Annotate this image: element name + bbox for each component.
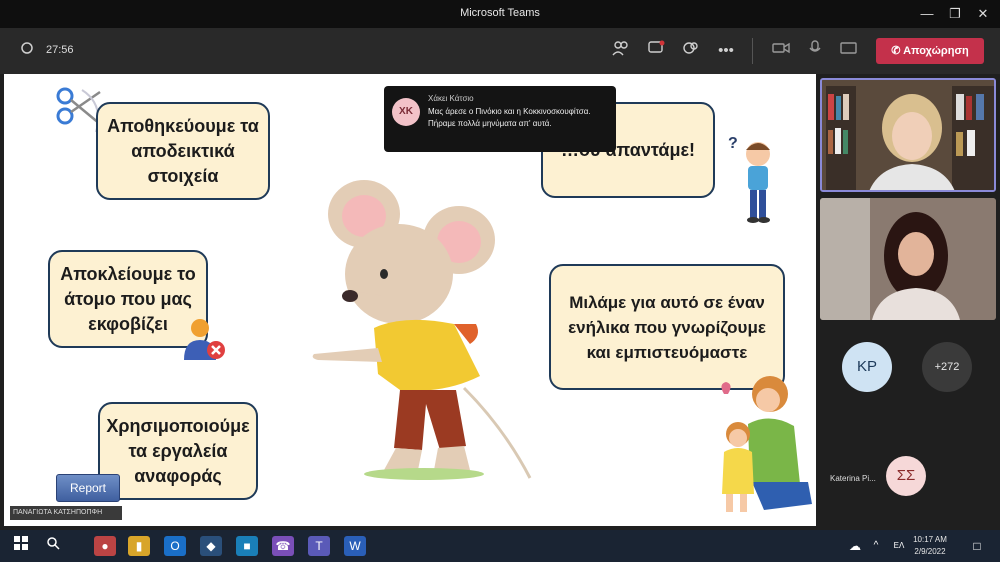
mother-child-hug-illustration: [721, 376, 812, 512]
people-icon[interactable]: [610, 40, 632, 62]
participant-video-feed: [820, 198, 996, 320]
word-icon[interactable]: W: [344, 536, 366, 556]
share-screen-icon[interactable]: [838, 40, 860, 62]
close-icon[interactable]: ✕: [970, 4, 996, 24]
viber-icon[interactable]: ☎: [272, 536, 294, 556]
clock-date: 2/9/2022: [914, 547, 946, 556]
clock-time: 10:17 AM: [913, 535, 947, 544]
report-button[interactable]: Report: [56, 474, 120, 502]
block-user-icon: [184, 319, 225, 360]
presenter-video-feed: [822, 80, 994, 190]
windows-icon[interactable]: [10, 536, 32, 556]
chat-icon[interactable]: [645, 40, 667, 62]
chrome-icon[interactable]: ●: [94, 536, 116, 556]
mouse-character-illustration: [312, 180, 532, 480]
store-icon[interactable]: ■: [236, 536, 258, 556]
outlook-icon[interactable]: O: [164, 536, 186, 556]
search-icon[interactable]: [42, 536, 64, 556]
card-report-tools: Χρησιμοποιούμε τα εργαλεία αναφοράς: [98, 402, 258, 500]
teams-icon[interactable]: T: [308, 536, 330, 556]
boy-question-illustration: ?: [728, 135, 770, 223]
title-bar: Microsoft Teams — ❐ ✕: [0, 0, 1000, 28]
chat-notification-toast[interactable]: XK Χάκει Κάτσιο Μας άρεσε ο Πινόκιο και …: [384, 86, 616, 152]
sender-name: Χάκει Κάτσιο: [428, 94, 474, 103]
shield-icon[interactable]: [16, 40, 38, 62]
meeting-timer: 27:56: [46, 44, 74, 56]
video-tile-presenter[interactable]: [820, 78, 996, 192]
participant-avatar-ss[interactable]: ΣΣ: [886, 456, 926, 496]
leave-button[interactable]: ✆ Αποχώρηση: [876, 38, 984, 64]
toolbar-divider: [752, 38, 753, 64]
participant-name-kp: Katerina Pi...: [830, 474, 876, 483]
window-title: Microsoft Teams: [460, 7, 540, 19]
weather-icon[interactable]: ☁: [846, 536, 864, 556]
minimize-icon[interactable]: —: [914, 4, 940, 24]
participants-panel: KP +272 Katerina Pi... ΣΣ: [816, 74, 1000, 526]
microphone-icon[interactable]: [804, 40, 826, 62]
card-save-evidence: Αποθηκεύουμε τα αποδεικτικά στοιχεία: [96, 102, 270, 200]
video-tile-participant[interactable]: [820, 198, 996, 320]
presenter-name-label: ΠΑΝΑΓΙΩΤΑ ΚΑΤΣΗΠΟΠΦΗ: [10, 506, 122, 520]
notifications-icon[interactable]: □: [966, 536, 988, 556]
svg-text:?: ?: [728, 135, 738, 152]
file-explorer-icon[interactable]: ▮: [128, 536, 150, 556]
chat-message-preview: Μας άρεσε ο Πινόκιο και η Κοκκινοσκουφίτ…: [428, 107, 591, 128]
more-participants-count[interactable]: +272: [922, 342, 972, 392]
reactions-icon[interactable]: [680, 40, 702, 62]
phone-hangup-icon: ✆: [891, 45, 904, 57]
participant-avatar-kp[interactable]: KP: [842, 342, 892, 392]
windows-taskbar: ● ▮ O ◆ ■ ☎ T W ☁ ^ ΕΛ 10:17 AM 2/9/2022…: [0, 530, 1000, 562]
python-icon[interactable]: ◆: [200, 536, 222, 556]
chevron-up-icon[interactable]: ^: [868, 536, 884, 556]
taskbar-clock[interactable]: 10:17 AM 2/9/2022: [900, 534, 960, 558]
camera-icon[interactable]: [770, 40, 792, 62]
meeting-toolbar: 27:56 ••• ✆ Αποχώρηση: [0, 28, 1000, 74]
sender-avatar: XK: [392, 98, 420, 126]
more-options-icon[interactable]: •••: [715, 40, 737, 62]
maximize-icon[interactable]: ❐: [942, 4, 968, 24]
leave-button-label: Αποχώρηση: [903, 45, 969, 57]
